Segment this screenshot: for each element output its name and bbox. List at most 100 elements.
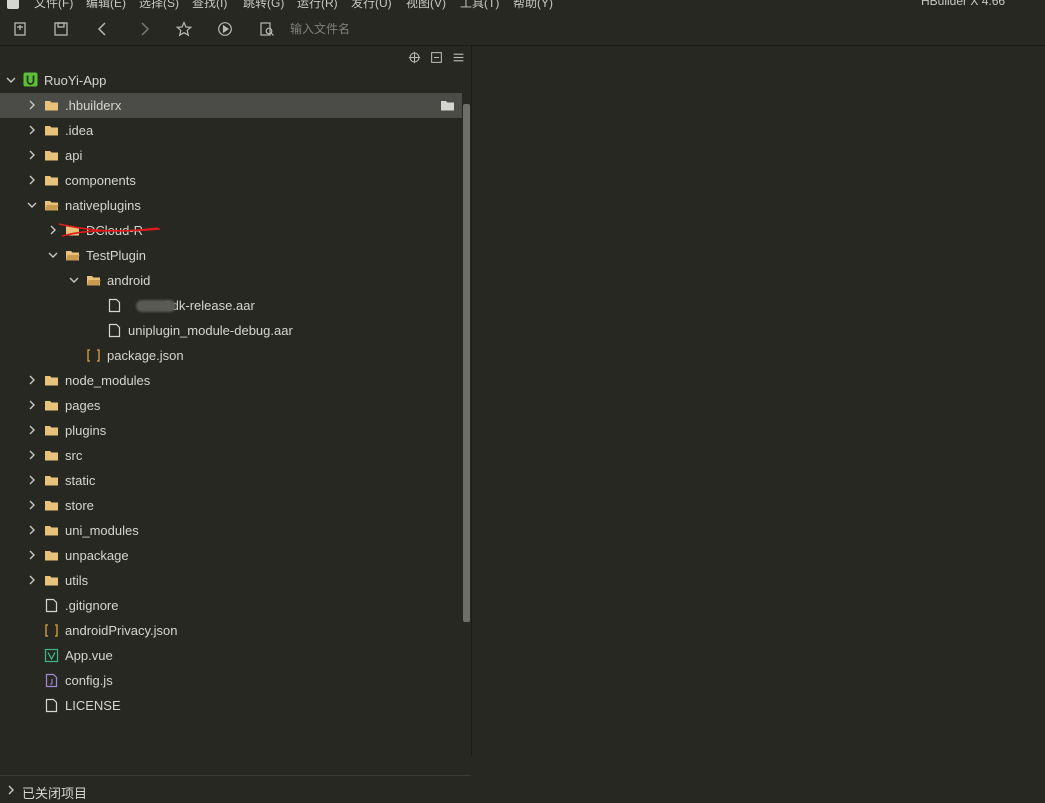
folder-icon (44, 548, 59, 563)
tree-item-label: unpackage (65, 548, 129, 563)
tree-row[interactable]: Sdk-release.aar (0, 293, 462, 318)
closed-projects-section[interactable]: 已关闭项目 (0, 775, 471, 803)
menu-edit[interactable]: 编辑(E) (86, 0, 126, 11)
tree-row[interactable]: unpackage (0, 543, 462, 568)
folder-open-icon (44, 198, 59, 213)
vue-file-icon (44, 648, 59, 663)
tree-row[interactable]: api (0, 143, 462, 168)
new-file-button[interactable] (9, 18, 31, 40)
run-button[interactable] (214, 18, 236, 40)
folder-icon (44, 448, 59, 463)
tree-row[interactable]: .hbuilderx (0, 93, 462, 118)
tree-item-label: components (65, 173, 136, 188)
tree-row[interactable]: config.js (0, 668, 462, 693)
chevron-right-icon[interactable] (26, 549, 38, 561)
tree-row[interactable]: uniplugin_module-debug.aar (0, 318, 462, 343)
tree-item-label: android (107, 273, 151, 288)
chevron-right-icon[interactable] (26, 399, 38, 411)
file-search-button[interactable] (256, 18, 278, 40)
menu-publish[interactable]: 发行(U) (351, 0, 392, 11)
tree-item-label: App.vue (65, 648, 113, 663)
chevron-right-icon[interactable] (26, 99, 38, 111)
open-folder-button-icon[interactable] (440, 98, 455, 113)
editor-area[interactable] (472, 46, 1045, 756)
tree-item-label: uniplugin_module-debug.aar (128, 323, 293, 338)
forward-button[interactable] (133, 18, 155, 40)
tree-row[interactable]: nativeplugins (0, 193, 462, 218)
file-icon (107, 323, 122, 338)
tree-row[interactable]: node_modules (0, 368, 462, 393)
chevron-right-icon[interactable] (26, 574, 38, 586)
tree-row[interactable]: pages (0, 393, 462, 418)
folder-icon (44, 98, 59, 113)
explorer-menu-button[interactable] (450, 49, 466, 65)
back-arrow-icon (97, 22, 106, 36)
menu-bar: 文件(F) 编辑(E) 选择(S) 查找(I) 跳转(G) 运行(R) 发行(U… (0, 0, 1045, 12)
tree-row[interactable]: .gitignore (0, 593, 462, 618)
chevron-right-icon[interactable] (26, 149, 38, 161)
tree-row[interactable]: androidPrivacy.json (0, 618, 462, 643)
app-logo-icon (7, 0, 19, 9)
tree-row[interactable]: LICENSE (0, 693, 462, 718)
project-icon (23, 72, 38, 87)
menu-file[interactable]: 文件(F) (34, 0, 73, 11)
tree-row[interactable]: uni_modules (0, 518, 462, 543)
menu-goto[interactable]: 跳转(G) (243, 0, 284, 11)
tree-row[interactable]: DCloud-R (0, 218, 462, 243)
locate-button[interactable] (406, 49, 422, 65)
file-icon (44, 698, 59, 713)
chevron-right-icon[interactable] (26, 124, 38, 136)
tree-item-label: utils (65, 573, 89, 588)
run-icon (218, 22, 232, 36)
favorite-button[interactable] (173, 18, 195, 40)
tree-item-label: plugins (65, 423, 107, 438)
menu-tools[interactable]: 工具(T) (460, 0, 499, 11)
tree-row[interactable]: components (0, 168, 462, 193)
folder-icon (44, 398, 59, 413)
chevron-down-icon[interactable] (5, 74, 17, 86)
tree-item-label: store (65, 498, 94, 513)
save-button[interactable] (50, 18, 72, 40)
chevron-right-icon[interactable] (5, 784, 17, 796)
tree-row[interactable]: plugins (0, 418, 462, 443)
tree-item-label: static (65, 473, 96, 488)
tree-item-label: .idea (65, 123, 94, 138)
tree-row-project[interactable]: RuoYi-App (0, 68, 462, 93)
tree-row[interactable]: src (0, 443, 462, 468)
chevron-right-icon[interactable] (26, 474, 38, 486)
menu-select[interactable]: 选择(S) (139, 0, 179, 11)
tree-row[interactable]: utils (0, 568, 462, 593)
app-version: HBuilder X 4.66 (921, 0, 1006, 8)
chevron-right-icon[interactable] (26, 499, 38, 511)
tree-row[interactable]: TestPlugin (0, 243, 462, 268)
collapse-all-icon (430, 51, 442, 63)
menu-view[interactable]: 视图(V) (406, 0, 446, 11)
chevron-right-icon[interactable] (26, 449, 38, 461)
chevron-right-icon[interactable] (26, 424, 38, 436)
tree-row[interactable]: package.json (0, 343, 462, 368)
star-icon (176, 21, 192, 37)
tree-row[interactable]: android (0, 268, 462, 293)
tree-row[interactable]: store (0, 493, 462, 518)
menu-run[interactable]: 运行(R) (297, 0, 338, 11)
tree-item-label: node_modules (65, 373, 151, 388)
explorer-scrollbar[interactable] (463, 104, 470, 622)
folder-icon (44, 123, 59, 138)
file-tree: RuoYi-App .hbuilderx .idea api components na… (0, 68, 462, 728)
chevron-right-icon[interactable] (26, 174, 38, 186)
folder-open-icon (86, 273, 101, 288)
new-file-icon (14, 22, 26, 36)
tree-row[interactable]: App.vue (0, 643, 462, 668)
chevron-right-icon[interactable] (26, 374, 38, 386)
tree-row[interactable]: static (0, 468, 462, 493)
file-search-input[interactable] (290, 20, 590, 38)
chevron-right-icon[interactable] (26, 524, 38, 536)
chevron-down-icon[interactable] (68, 274, 80, 286)
chevron-down-icon[interactable] (26, 199, 38, 211)
back-button[interactable] (92, 18, 114, 40)
menu-find[interactable]: 查找(I) (192, 0, 227, 11)
menu-help[interactable]: 帮助(Y) (513, 0, 553, 11)
chevron-down-icon[interactable] (47, 249, 59, 261)
tree-row[interactable]: .idea (0, 118, 462, 143)
collapse-all-button[interactable] (428, 49, 444, 65)
